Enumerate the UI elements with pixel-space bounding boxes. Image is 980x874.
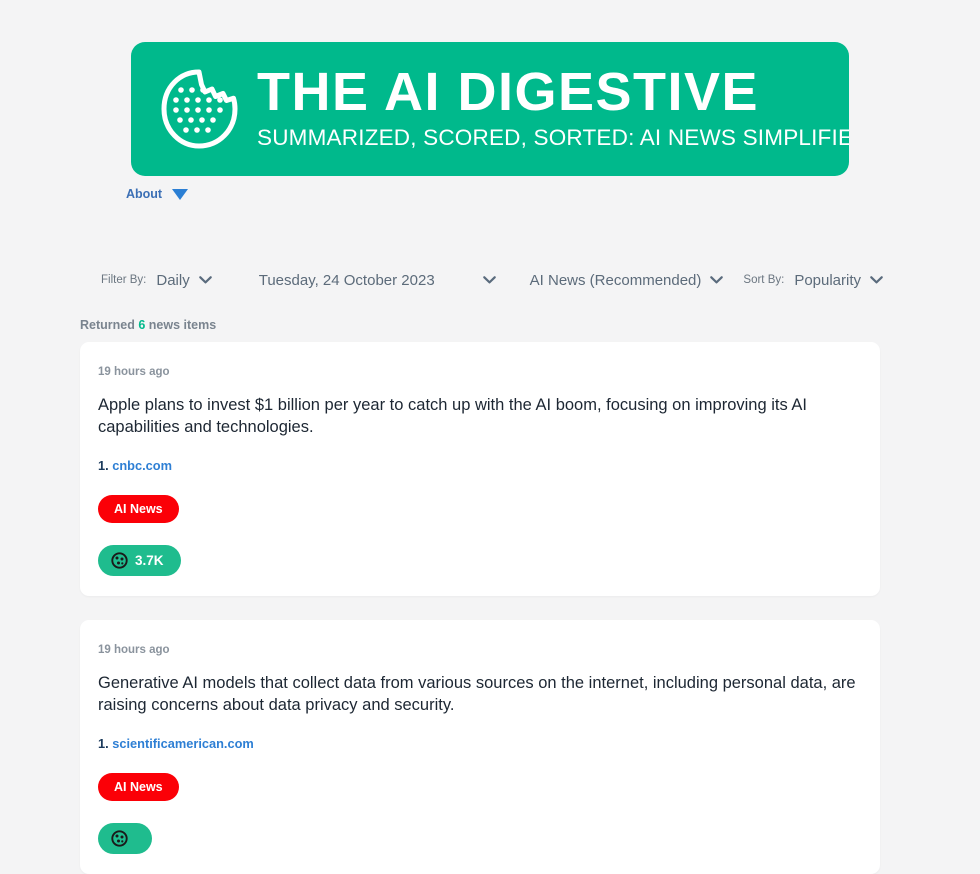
site-banner: THE AI DIGESTIVE SUMMARIZED, SCORED, SOR… bbox=[131, 42, 849, 176]
sort-select[interactable]: Popularity bbox=[794, 272, 883, 289]
page-root: THE AI DIGESTIVE SUMMARIZED, SCORED, SOR… bbox=[0, 0, 980, 874]
news-timestamp: 19 hours ago bbox=[98, 644, 170, 657]
news-list: 19 hours ago Apple plans to invest $1 bi… bbox=[0, 342, 980, 874]
banner-container: THE AI DIGESTIVE SUMMARIZED, SCORED, SOR… bbox=[0, 0, 980, 176]
news-source-link[interactable]: scientificamerican.com bbox=[112, 736, 254, 751]
news-score-row: 3.7K bbox=[98, 545, 862, 577]
date-select[interactable]: Tuesday, 24 October 2023 bbox=[259, 272, 496, 289]
banner-title: THE AI DIGESTIVE bbox=[257, 61, 760, 122]
results-count: Returned 6 news items bbox=[0, 318, 980, 332]
chevron-down-icon bbox=[870, 276, 883, 284]
results-count-suffix: news items bbox=[148, 318, 217, 332]
results-count-prefix: Returned bbox=[80, 318, 135, 332]
frequency-select[interactable]: Daily bbox=[156, 271, 212, 289]
category-select-value: AI News (Recommended) bbox=[529, 271, 702, 289]
sort-select-value: Popularity bbox=[794, 271, 862, 289]
chevron-down-icon bbox=[198, 276, 212, 284]
news-source: 1. cnbc.com bbox=[98, 458, 862, 473]
news-timestamp: 19 hours ago bbox=[98, 366, 170, 378]
news-tag-row: AI News bbox=[98, 773, 862, 802]
news-source-number: 1. bbox=[98, 458, 109, 474]
frequency-select-value: Daily bbox=[156, 271, 190, 289]
sort-by-label: Sort By: bbox=[743, 274, 785, 286]
date-select-value: Tuesday, 24 October 2023 bbox=[258, 271, 435, 289]
news-score-badge[interactable] bbox=[98, 823, 152, 855]
filter-bar: Filter By: Daily Tuesday, 24 October 202… bbox=[0, 264, 980, 296]
cookie-score-icon bbox=[111, 552, 128, 569]
news-card[interactable]: 19 hours ago Apple plans to invest $1 bi… bbox=[80, 342, 880, 597]
banner-text-block: THE AI DIGESTIVE SUMMARIZED, SCORED, SOR… bbox=[257, 61, 849, 153]
news-tag-row: AI News bbox=[98, 495, 862, 524]
news-card[interactable]: 19 hours ago Generative AI models that c… bbox=[80, 620, 880, 874]
news-category-tag[interactable]: AI News bbox=[98, 773, 179, 802]
news-score-badge[interactable]: 3.7K bbox=[98, 545, 181, 577]
banner-subtitle: SUMMARIZED, SCORED, SORTED: AI NEWS SIMP… bbox=[257, 124, 849, 150]
category-select[interactable]: AI News (Recommended) bbox=[530, 272, 724, 289]
news-score-row bbox=[98, 823, 862, 855]
chevron-down-icon bbox=[710, 276, 724, 284]
caret-down-icon[interactable] bbox=[172, 188, 189, 200]
news-score-value: 3.7K bbox=[135, 553, 164, 569]
cookie-score-icon bbox=[111, 830, 128, 848]
news-source-number: 1. bbox=[98, 736, 109, 752]
news-summary: Apple plans to invest $1 billion per yea… bbox=[98, 396, 807, 437]
main-nav: About bbox=[0, 176, 980, 202]
news-source-link[interactable]: cnbc.com bbox=[112, 458, 172, 473]
chevron-down-icon bbox=[482, 276, 496, 284]
results-count-number: 6 bbox=[138, 318, 146, 332]
nav-item-about[interactable]: About bbox=[126, 187, 162, 201]
news-summary: Generative AI models that collect data f… bbox=[98, 674, 856, 715]
news-category-tag[interactable]: AI News bbox=[98, 495, 179, 524]
cookie-icon bbox=[155, 65, 243, 153]
filter-by-label: Filter By: bbox=[101, 274, 147, 286]
news-source: 1. scientificamerican.com bbox=[98, 736, 862, 751]
